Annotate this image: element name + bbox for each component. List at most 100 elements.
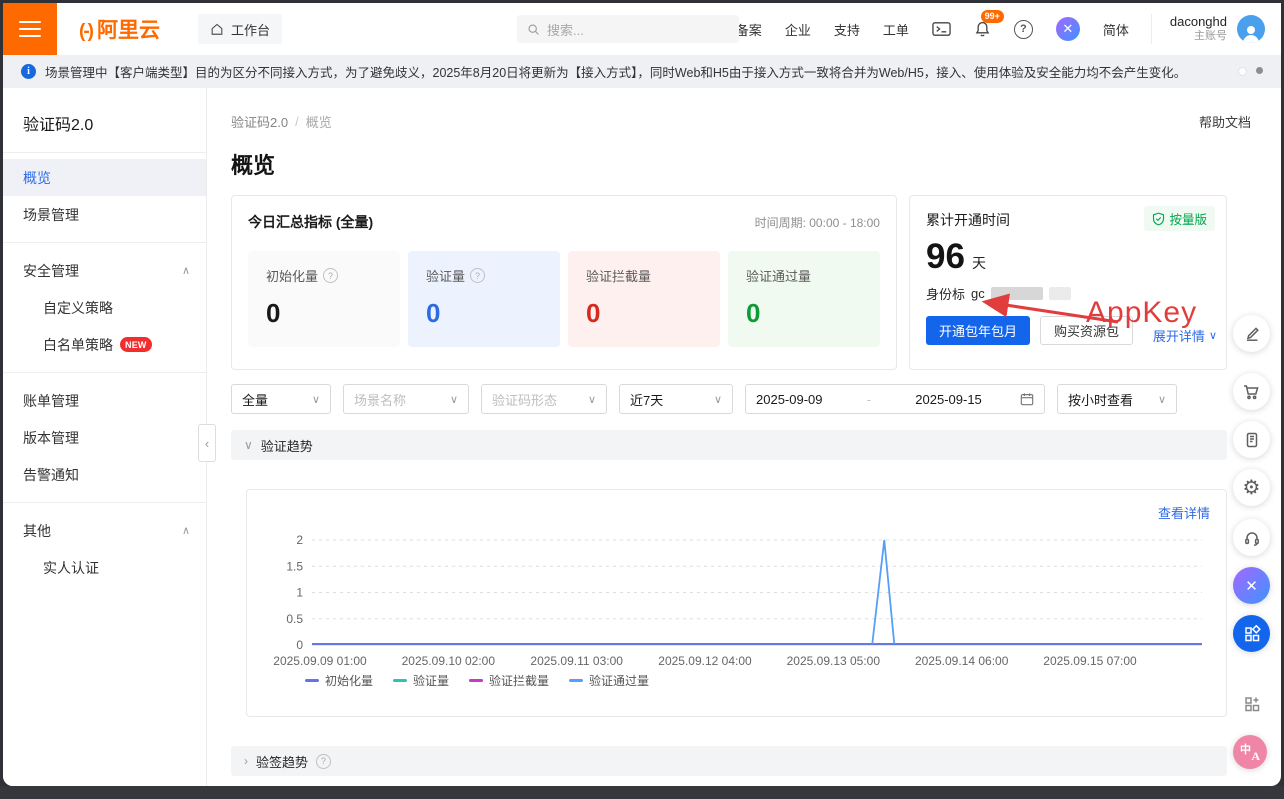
notice-banner: i 场景管理中【客户端类型】目的为区分不同接入方式，为了避免歧义，2025年8月… xyxy=(3,55,1281,88)
hamburger-menu-button[interactable] xyxy=(3,3,57,55)
legend-item[interactable]: 初始化量 xyxy=(305,672,373,689)
subscribe-button[interactable]: 开通包年包月 xyxy=(926,316,1030,345)
legend-item[interactable]: 验证拦截量 xyxy=(469,672,549,689)
browser-window: (-) 阿里云 工作台 搜索... 费用 ICP 备案 企业 支持 工单 xyxy=(3,3,1281,786)
feedback-pencil-icon[interactable] xyxy=(1233,315,1270,352)
info-icon: i xyxy=(21,64,36,79)
days-unit: 天 xyxy=(972,253,986,273)
assistant-x-icon[interactable]: ✕ xyxy=(1056,17,1080,41)
bell-icon[interactable]: 99+ xyxy=(974,20,991,38)
view-details-link[interactable]: 查看详情 xyxy=(1158,503,1210,522)
chevron-down-icon: ∨ xyxy=(244,438,253,452)
scene-name-select[interactable]: 场景名称∨ xyxy=(343,384,469,414)
days-value: 96 xyxy=(926,239,965,274)
nav-enterprise[interactable]: 企业 xyxy=(785,20,811,39)
svg-text:2025.09.15 07:00: 2025.09.15 07:00 xyxy=(1043,654,1137,668)
legend-item[interactable]: 验证量 xyxy=(393,672,449,689)
sidebar-item-scene-management[interactable]: 场景管理 xyxy=(3,196,206,233)
granularity-select[interactable]: 按小时查看∨ xyxy=(1057,384,1177,414)
filter-row: 全量∨ 场景名称∨ 验证码形态∨ 近7天∨ 2025-09-09 - 2025-… xyxy=(231,384,1281,414)
translate-icon[interactable]: 中A xyxy=(1233,735,1267,769)
shield-check-icon xyxy=(1152,212,1165,226)
chevron-down-icon: ∨ xyxy=(1209,329,1217,342)
info-icon[interactable]: ? xyxy=(323,268,338,283)
svg-text:1.5: 1.5 xyxy=(286,559,303,573)
svg-text:2025.09.14 06:00: 2025.09.14 06:00 xyxy=(915,654,1009,668)
sidebar-collapse-handle[interactable]: ‹ xyxy=(198,424,216,462)
breadcrumb-root[interactable]: 验证码2.0 xyxy=(231,112,288,131)
workbench-label: 工作台 xyxy=(231,20,270,39)
terminal-icon[interactable] xyxy=(932,21,951,37)
metric-tile: 初始化量 ? 0 xyxy=(248,251,400,347)
metric-tile: 验证通过量 0 xyxy=(728,251,880,347)
page-title: 概览 xyxy=(231,148,1281,180)
info-icon[interactable]: ? xyxy=(470,268,485,283)
sidebar-item-version[interactable]: 版本管理 xyxy=(3,419,206,456)
notice-text: 场景管理中【客户端类型】目的为区分不同接入方式，为了避免歧义，2025年8月20… xyxy=(45,62,1221,81)
account-card: 按量版 累计开通时间 96 天 身份标 gc 开通包年包月 购买资源包 xyxy=(909,195,1227,370)
identity-value-prefix: gc xyxy=(971,286,985,301)
username: daconghd xyxy=(1170,14,1227,30)
account-menu[interactable]: daconghd 主账号 xyxy=(1151,14,1281,44)
workbench-button[interactable]: 工作台 xyxy=(198,14,282,44)
metric-value: 0 xyxy=(426,298,560,329)
support-headset-icon[interactable] xyxy=(1233,519,1270,556)
trend-legend: 初始化量 验证量 验证拦截量 验证通过量 xyxy=(305,672,1226,689)
info-icon[interactable]: ? xyxy=(316,754,331,769)
language-switch[interactable]: 简体 xyxy=(1103,20,1129,39)
sidebar-item-billing[interactable]: 账单管理 xyxy=(3,382,206,419)
home-icon xyxy=(210,22,224,36)
aliyun-logo-mark: (-) xyxy=(79,21,92,43)
sidebar-group-security[interactable]: 安全管理 ∧ xyxy=(3,252,206,289)
scope-select[interactable]: 全量∨ xyxy=(231,384,331,414)
sidebar-item-alerts[interactable]: 告警通知 xyxy=(3,456,206,493)
cart-icon[interactable] xyxy=(1233,373,1270,410)
sidebar-item-whitelist-policy[interactable]: 白名单策略 NEW xyxy=(3,326,206,363)
aliyun-logo-text: 阿里云 xyxy=(97,14,160,44)
date-end[interactable]: 2025-09-15 xyxy=(915,392,982,407)
trend-section-header[interactable]: ∨ 验证趋势 xyxy=(231,430,1227,460)
metric-value: 0 xyxy=(746,298,880,329)
aliyun-logo[interactable]: (-) 阿里云 xyxy=(79,14,160,44)
console-apps-icon[interactable] xyxy=(1233,615,1270,652)
sidebar-item-overview[interactable]: 概览 xyxy=(3,159,206,196)
chevron-up-icon: ∧ xyxy=(182,264,190,277)
summary-card: 今日汇总指标 (全量) 时间周期: 00:00 - 18:00 初始化量 ? 0… xyxy=(231,195,897,370)
sidebar-item-real-person-auth[interactable]: 实人认证 xyxy=(3,549,206,586)
notification-badge: 99+ xyxy=(981,10,1004,23)
trend-chart: 00.511.522025.09.09 01:002025.09.10 02:0… xyxy=(257,528,1208,670)
sign-section-header[interactable]: › 验签趋势 ? xyxy=(231,746,1227,776)
help-icon[interactable]: ? xyxy=(1014,20,1033,39)
svg-text:0.5: 0.5 xyxy=(286,612,303,626)
expand-details-link[interactable]: 展开详情 ∨ xyxy=(1153,326,1217,345)
top-nav-bar: (-) 阿里云 工作台 搜索... 费用 ICP 备案 企业 支持 工单 xyxy=(3,3,1281,55)
add-shortcut-icon[interactable] xyxy=(1233,685,1270,722)
sidebar-item-custom-policy[interactable]: 自定义策略 xyxy=(3,289,206,326)
settings-gear-icon[interactable]: ⚙ xyxy=(1233,469,1270,506)
nav-tickets[interactable]: 工单 xyxy=(883,20,909,39)
svg-text:1: 1 xyxy=(296,586,303,600)
captcha-type-select[interactable]: 验证码形态∨ xyxy=(481,384,607,414)
search-input[interactable]: 搜索... xyxy=(517,15,739,43)
mobile-app-icon[interactable] xyxy=(1233,421,1270,458)
metric-tile: 验证量 ? 0 xyxy=(408,251,560,347)
buy-resource-pack-button[interactable]: 购买资源包 xyxy=(1040,316,1133,345)
identity-redacted xyxy=(1049,287,1071,300)
svg-text:2025.09.12 04:00: 2025.09.12 04:00 xyxy=(658,654,752,668)
svg-text:2025.09.13 05:00: 2025.09.13 05:00 xyxy=(787,654,881,668)
date-start[interactable]: 2025-09-09 xyxy=(756,392,823,407)
assistant-x-icon[interactable]: ✕ xyxy=(1233,567,1270,604)
legend-item[interactable]: 验证通过量 xyxy=(569,672,649,689)
pay-as-you-go-badge[interactable]: 按量版 xyxy=(1144,206,1215,231)
help-doc-link[interactable]: 帮助文档 xyxy=(1199,112,1251,131)
range-preset-select[interactable]: 近7天∨ xyxy=(619,384,733,414)
breadcrumb: 验证码2.0 / 概览 帮助文档 xyxy=(231,112,1251,131)
nav-support[interactable]: 支持 xyxy=(834,20,860,39)
avatar[interactable] xyxy=(1237,15,1265,43)
sidebar-group-others[interactable]: 其他 ∧ xyxy=(3,512,206,549)
svg-text:2: 2 xyxy=(296,533,303,547)
summary-title: 今日汇总指标 (全量) xyxy=(248,212,373,232)
date-range-picker[interactable]: 2025-09-09 - 2025-09-15 xyxy=(745,384,1045,414)
banner-pagination-dots[interactable] xyxy=(1238,67,1263,76)
summary-period: 时间周期: 00:00 - 18:00 xyxy=(755,214,880,231)
